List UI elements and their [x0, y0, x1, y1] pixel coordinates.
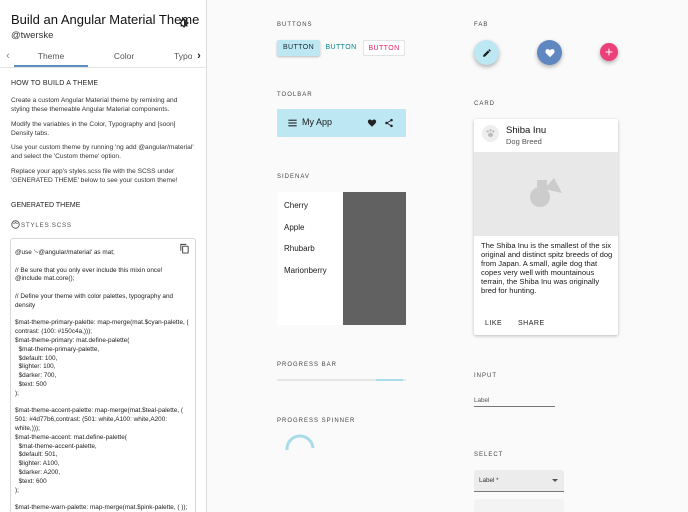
favorite-fab-button[interactable] [537, 40, 562, 65]
tab-color[interactable]: Color [88, 44, 160, 68]
sidenav-item-apple[interactable]: Apple [284, 223, 304, 232]
how-to-paragraph: Create a custom Angular Material theme b… [11, 97, 178, 113]
share-button[interactable]: SHARE [518, 320, 545, 327]
app-title: Build an Angular Material Theme [11, 12, 200, 27]
pets-icon [486, 129, 495, 138]
add-mini-fab-button[interactable] [600, 43, 618, 61]
progress-spinner [285, 434, 315, 451]
generated-theme-heading: GENERATED THEME [11, 202, 81, 209]
sidenav-item-cherry[interactable]: Cherry [284, 201, 308, 210]
progress-spinner-section-label: PROGRESS SPINNER [277, 418, 356, 424]
card-title: Shiba Inu [506, 125, 547, 136]
avatar [482, 125, 499, 142]
dropdown-arrow-icon [552, 479, 558, 482]
raised-button[interactable]: BUTTON [277, 40, 320, 56]
image-placeholder-icon [530, 178, 562, 207]
tabs-scroll-right-icon[interactable]: › [192, 44, 206, 68]
edit-icon [482, 48, 491, 57]
select-field-2[interactable] [474, 499, 564, 512]
card-section-label: CARD [474, 101, 496, 107]
brightness-toggle-icon[interactable] [178, 17, 190, 29]
card-content: The Shiba Inu is the smallest of the six… [481, 241, 613, 295]
input-field-label[interactable]: Label [474, 397, 489, 404]
toolbar-section-label: TOOLBAR [277, 92, 313, 98]
basic-button[interactable]: BUTTON [323, 40, 359, 56]
progress-bar-fill [376, 379, 404, 381]
add-icon [605, 48, 613, 56]
like-button[interactable]: LIKE [485, 320, 502, 327]
input-field-underline[interactable] [474, 406, 555, 407]
file-name-row: STYLES.SCSS [11, 220, 72, 229]
active-tab-indicator [14, 65, 88, 67]
sidenav-item-marionberry[interactable]: Marionberry [284, 266, 327, 275]
progress-bar-section-label: PROGRESS BAR [277, 362, 338, 368]
select-section-label: SELECT [474, 452, 504, 458]
select-label: Label * [479, 477, 499, 484]
share-icon[interactable] [384, 118, 394, 128]
input-section-label: INPUT [474, 373, 497, 379]
favorite-icon[interactable] [367, 118, 377, 128]
demo-toolbar: My App [277, 109, 406, 137]
fab-section-label: FAB [474, 22, 489, 28]
sidenav-item-rhubarb[interactable]: Rhubarb [284, 244, 315, 253]
card-subtitle: Dog Breed [506, 137, 542, 146]
stroked-button[interactable]: BUTTON [363, 40, 405, 56]
favorite-icon [544, 48, 555, 57]
tab-typography[interactable]: Typo [160, 44, 192, 68]
settings-tabs: ‹ Theme Color Typo › [0, 44, 206, 68]
how-to-heading: HOW TO BUILD A THEME [11, 80, 99, 87]
tabs-scroll-left-icon[interactable]: ‹ [1, 44, 15, 68]
edit-fab-button[interactable] [474, 40, 499, 65]
file-name: STYLES.SCSS [21, 222, 72, 229]
demo-sidenav: Cherry Apple Rhubarb Marionberry [277, 192, 406, 325]
menu-icon[interactable] [287, 118, 298, 128]
how-to-paragraph: Modify the variables in the Color, Typog… [11, 121, 176, 137]
scss-code: @use '~@angular/material' as mat; // Be … [15, 249, 189, 512]
progress-bar [277, 379, 406, 381]
select-field[interactable]: Label * [474, 470, 564, 492]
panel-header: Build an Angular Material Theme @twerske [11, 12, 199, 41]
card-image-placeholder [474, 152, 618, 236]
how-to-paragraph: Replace your app's styles.scss file with… [11, 168, 178, 184]
sidenav-drawer: Cherry Apple Rhubarb Marionberry [277, 192, 343, 325]
buttons-section-label: BUTTONS [277, 22, 313, 28]
theme-builder-panel: Build an Angular Material Theme @twerske… [0, 0, 207, 512]
how-to-paragraph: Use your custom theme by running 'ng add… [11, 144, 194, 160]
sidenav-section-label: SIDENAV [277, 174, 310, 180]
palette-icon [11, 220, 20, 229]
demo-card: Shiba Inu Dog Breed The Shiba Inu is the… [474, 119, 618, 335]
author-handle: @twerske [11, 30, 54, 41]
toolbar-title: My App [302, 117, 333, 127]
generated-code-block: @use '~@angular/material' as mat; // Be … [10, 238, 196, 512]
